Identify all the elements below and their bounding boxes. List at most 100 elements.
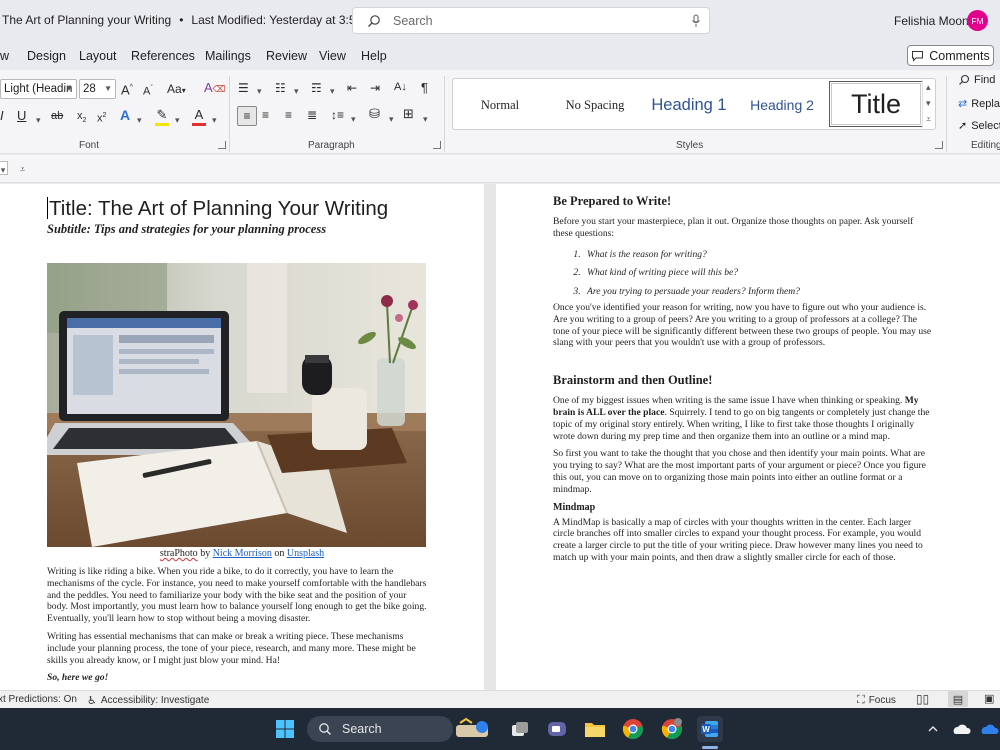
caption-site-link[interactable]: Unsplash xyxy=(287,548,324,559)
taskbar: Search W xyxy=(0,708,1000,750)
chevron-down-icon[interactable]: ▾ xyxy=(330,83,335,99)
pilcrow-icon[interactable]: ¶ xyxy=(421,80,428,96)
teams-chat-icon[interactable] xyxy=(544,716,570,742)
find-button[interactable]: Find xyxy=(958,74,995,86)
print-layout-icon[interactable]: ▤ xyxy=(948,691,968,707)
menu-item-mailings[interactable]: Mailings xyxy=(205,49,251,63)
laptop-desk-photo[interactable] xyxy=(47,263,426,547)
styles-dialog-launcher-icon[interactable] xyxy=(935,141,943,149)
chevron-down-icon[interactable]: ▾ xyxy=(36,112,41,128)
chevron-down-icon[interactable]: ▾ xyxy=(294,83,299,99)
menu-item-view[interactable]: View xyxy=(319,49,346,63)
chevron-down-icon[interactable]: ▾ xyxy=(0,161,8,175)
strikethrough-icon[interactable]: ab xyxy=(51,108,63,124)
search-box[interactable]: Search xyxy=(352,7,710,34)
customize-toolbar-icon[interactable]: ⩡ xyxy=(20,161,25,177)
paragraph-dialog-launcher-icon[interactable] xyxy=(433,141,441,149)
justify-icon[interactable]: ≣ xyxy=(307,107,317,123)
clear-formatting-icon[interactable]: A⌫ xyxy=(204,80,225,97)
document-title-menu[interactable]: The Art of Planning your Writing • Last … xyxy=(2,13,402,27)
text-predictions-status[interactable]: xt Predictions: On xyxy=(0,694,77,705)
word-icon[interactable]: W xyxy=(697,716,723,742)
comments-button[interactable]: Comments xyxy=(907,45,994,66)
increase-indent-icon[interactable]: ⇥ xyxy=(370,80,380,96)
chevron-down-icon[interactable]: ▾ xyxy=(175,112,180,128)
font-size-dropdown[interactable]: 28 ▼ xyxy=(79,79,116,99)
menu-item-design[interactable]: Design xyxy=(27,49,66,63)
taskbar-search[interactable]: Search xyxy=(307,716,453,742)
align-left-icon[interactable]: ≡ xyxy=(237,106,257,126)
focus-button[interactable]: ⛶ Focus xyxy=(857,694,896,707)
decrease-indent-icon[interactable]: ⇤ xyxy=(347,80,357,96)
document-page-2[interactable]: Be Prepared to Write! Before you start y… xyxy=(496,184,1000,690)
document-subtitle[interactable]: Subtitle: Tips and strategies for your p… xyxy=(47,222,326,237)
sort-icon[interactable]: A↓ xyxy=(394,79,407,95)
menu-item-draw[interactable]: w xyxy=(0,49,9,63)
task-view-icon[interactable] xyxy=(507,716,533,742)
chevron-down-icon[interactable]: ▾ xyxy=(926,95,931,111)
chrome-icon[interactable] xyxy=(620,716,646,742)
select-button[interactable]: ➚ Select xyxy=(958,119,1000,133)
menu-item-layout[interactable]: Layout xyxy=(79,49,117,63)
list-item: What kind of writing piece will this be? xyxy=(583,264,933,283)
multilevel-list-icon[interactable]: ☶ xyxy=(311,80,322,96)
chevron-down-icon[interactable]: ▾ xyxy=(351,111,356,127)
page1-body[interactable]: Writing is like riding a bike. When you … xyxy=(47,566,428,690)
chevron-down-icon[interactable]: ▾ xyxy=(137,112,142,128)
shading-icon[interactable]: ⛁ xyxy=(369,106,380,122)
borders-icon[interactable]: ⊞ xyxy=(403,106,414,122)
font-dialog-launcher-icon[interactable] xyxy=(218,141,226,149)
line-spacing-icon[interactable]: ↕≡ xyxy=(331,107,344,123)
more-styles-icon[interactable]: ⩡ xyxy=(926,111,931,127)
menu-item-review[interactable]: Review xyxy=(266,49,307,63)
font-name-dropdown[interactable]: Light (Headin ▼ xyxy=(0,79,77,99)
copilot-widget-icon[interactable] xyxy=(450,716,498,742)
microphone-icon[interactable] xyxy=(691,14,701,28)
document-title[interactable]: Title: The Art of Planning Your Writing xyxy=(47,197,388,221)
avatar[interactable]: FM xyxy=(967,10,988,31)
style-title[interactable]: Title xyxy=(829,81,923,127)
highlight-icon[interactable]: ✎ xyxy=(155,107,169,126)
onedrive-sync-icon[interactable] xyxy=(976,716,1000,742)
text-effects-icon[interactable]: A xyxy=(120,107,130,123)
numbering-icon[interactable]: ☷ xyxy=(275,80,286,96)
align-right-icon[interactable]: ≡ xyxy=(285,107,292,123)
change-case-icon[interactable]: Aa▾ xyxy=(167,81,186,99)
superscript-icon[interactable]: x2 xyxy=(97,108,106,127)
shrink-font-icon[interactable]: Aˇ xyxy=(143,81,153,100)
style-no-spacing[interactable]: No Spacing xyxy=(549,89,641,121)
document-canvas: Title: The Art of Planning Your Writing … xyxy=(0,184,1000,690)
chevron-up-icon[interactable] xyxy=(920,716,946,742)
subscript-icon[interactable]: x2 xyxy=(77,108,86,129)
chevron-up-icon[interactable]: ▴ xyxy=(926,79,931,95)
style-normal[interactable]: Normal xyxy=(459,89,541,121)
menu-item-help[interactable]: Help xyxy=(361,49,387,63)
web-layout-icon[interactable]: ▣ xyxy=(984,692,994,705)
italic-icon[interactable]: I xyxy=(0,108,4,124)
windows-start-icon[interactable] xyxy=(272,716,298,742)
accessibility-status[interactable]: ♿ Accessibility: Investigate xyxy=(87,694,209,707)
chevron-down-icon: ▼ xyxy=(65,84,73,93)
font-color-icon[interactable]: A xyxy=(192,107,206,126)
style-heading-2[interactable]: Heading 2 xyxy=(741,89,823,121)
chevron-down-icon[interactable]: ▾ xyxy=(389,111,394,127)
user-name[interactable]: Felishia Moon xyxy=(894,14,969,28)
chevron-down-icon[interactable]: ▾ xyxy=(257,83,262,99)
document-page-1[interactable]: Title: The Art of Planning Your Writing … xyxy=(0,184,484,690)
align-center-icon[interactable]: ≡ xyxy=(262,107,269,123)
menu-item-references[interactable]: References xyxy=(131,49,195,63)
onedrive-icon[interactable] xyxy=(948,716,974,742)
read-mode-icon[interactable]: ▯▯ xyxy=(916,692,929,706)
styles-gallery-scroll[interactable]: ▴ ▾ ⩡ xyxy=(922,78,936,130)
chevron-down-icon[interactable]: ▾ xyxy=(212,112,217,128)
underline-icon[interactable]: U xyxy=(17,108,26,124)
style-heading-1[interactable]: Heading 1 xyxy=(645,89,733,121)
caption-author-link[interactable]: Nick Morrison xyxy=(213,548,272,559)
grow-font-icon[interactable]: A^ xyxy=(121,80,133,98)
chrome-profile-icon[interactable] xyxy=(659,716,685,742)
chevron-down-icon[interactable]: ▾ xyxy=(423,111,428,127)
replace-button[interactable]: ⇄ Repla xyxy=(958,97,1000,111)
file-explorer-icon[interactable] xyxy=(582,716,608,742)
bullets-icon[interactable]: ☰ xyxy=(238,80,249,96)
